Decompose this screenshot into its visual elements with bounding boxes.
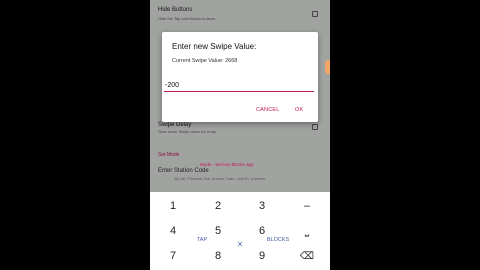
- phone-screen: Hide Buttons Hide the Tap and Blocks but…: [150, 0, 330, 270]
- key-2[interactable]: 2: [203, 197, 233, 215]
- key-8[interactable]: 8: [203, 247, 233, 265]
- key-9[interactable]: 9: [247, 247, 277, 265]
- floating-handle[interactable]: [325, 60, 330, 74]
- key-minus[interactable]: –: [292, 197, 322, 215]
- backspace-icon[interactable]: ⌫: [292, 247, 322, 265]
- space-icon[interactable]: ⎵: [292, 222, 322, 240]
- swipe-value-input[interactable]: [164, 80, 314, 92]
- station-code-subtitle: All rail, Phonetic IDs, Amtrak Train, Un…: [174, 176, 266, 181]
- station-code-title: Enter Station Code: [158, 168, 209, 174]
- tap-button[interactable]: TAP: [187, 234, 217, 246]
- dialog-title: Enter new Swipe Value:: [172, 42, 257, 51]
- left-letterbox: [0, 0, 150, 270]
- numeric-keyboard: 1 2 3 – 4 5 6 ⎵ TAP × BLOCKS 7 8 9 ⌫: [150, 192, 330, 270]
- key-4[interactable]: 4: [158, 222, 188, 240]
- cancel-button[interactable]: CANCEL: [256, 107, 280, 113]
- key-1[interactable]: 1: [158, 197, 188, 215]
- blocks-button[interactable]: BLOCKS: [263, 234, 293, 246]
- swipe-value-dialog: Enter new Swipe Value: Current Swipe Val…: [162, 32, 318, 122]
- key-3[interactable]: 3: [247, 197, 277, 215]
- key-7[interactable]: 7: [158, 247, 188, 265]
- mode-hint: Mode - Set key Blocks app: [200, 162, 254, 167]
- right-letterbox: [330, 0, 480, 270]
- ok-button[interactable]: OK: [295, 107, 303, 113]
- current-swipe-value: Current Swipe Value: 2668: [172, 58, 238, 64]
